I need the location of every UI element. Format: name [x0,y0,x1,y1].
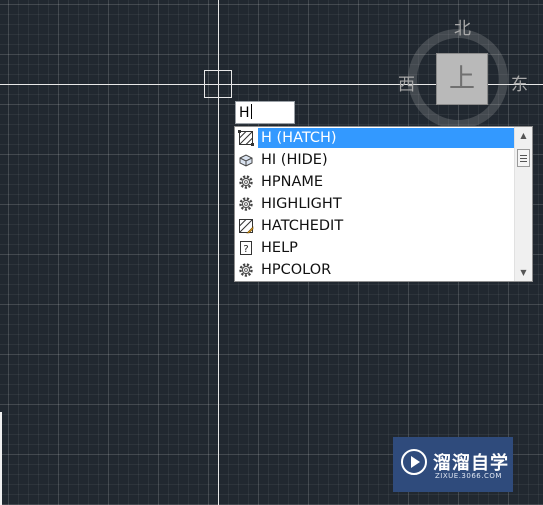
command-input[interactable]: H [235,101,295,124]
autocomplete-item-help[interactable]: ? HELP [235,237,532,259]
drawing-edge-line [0,412,2,505]
dropdown-scrollbar[interactable]: ▲ ▼ [514,127,532,281]
scroll-down-arrow-icon[interactable]: ▼ [515,264,532,281]
autocomplete-item-hide[interactable]: HI (HIDE) [235,149,532,171]
autocomplete-item-hatchedit[interactable]: HATCHEDIT [235,215,532,237]
scrollbar-grip-line [520,161,527,162]
autocomplete-item-label: HATCHEDIT [261,218,344,234]
autocomplete-item-label: HPCOLOR [261,262,332,278]
scrollbar-grip-line [520,155,527,156]
autocomplete-item-label: HPNAME [261,174,324,190]
scrollbar-grip-line [520,158,527,159]
autocomplete-item-label: HIGHLIGHT [261,196,342,212]
autocomplete-item-highlight[interactable]: HIGHLIGHT [235,193,532,215]
hatchedit-icon [237,217,255,235]
viewcube-north-label[interactable]: 北 [454,14,471,39]
text-caret [250,104,252,119]
gear-icon [237,173,255,191]
scroll-up-arrow-icon[interactable]: ▲ [515,127,532,144]
command-input-text: H [239,105,250,121]
scrollbar-thumb[interactable] [517,149,530,167]
gear-icon [237,261,255,279]
autocomplete-item-hpname[interactable]: HPNAME [235,171,532,193]
viewcube-top-face[interactable]: 上 [436,53,488,105]
watermark-subtitle: ZIXUE.3066.COM [435,472,502,480]
autocomplete-item-hpcolor[interactable]: HPCOLOR [235,259,532,281]
play-icon [401,449,427,475]
svg-text:?: ? [243,244,248,255]
watermark-logo: 溜溜自学 ZIXUE.3066.COM [393,437,513,492]
hatch-icon [237,129,255,147]
cursor-pickbox [204,70,232,98]
autocomplete-item-label: H (HATCH) [258,128,514,148]
help-icon: ? [237,239,255,257]
gear-icon [237,195,255,213]
autocomplete-item-hatch[interactable]: H (HATCH) [235,127,532,149]
viewcube-east-label[interactable]: 东 [511,70,528,95]
autocomplete-item-label: HELP [261,240,298,256]
viewcube-west-label[interactable]: 西 [398,70,415,95]
autocomplete-dropdown[interactable]: H (HATCH) HI (HIDE) HPNAME HIGHLIGHT HAT… [234,126,533,282]
hide-icon [237,151,255,169]
autocomplete-item-label: HI (HIDE) [261,152,328,168]
